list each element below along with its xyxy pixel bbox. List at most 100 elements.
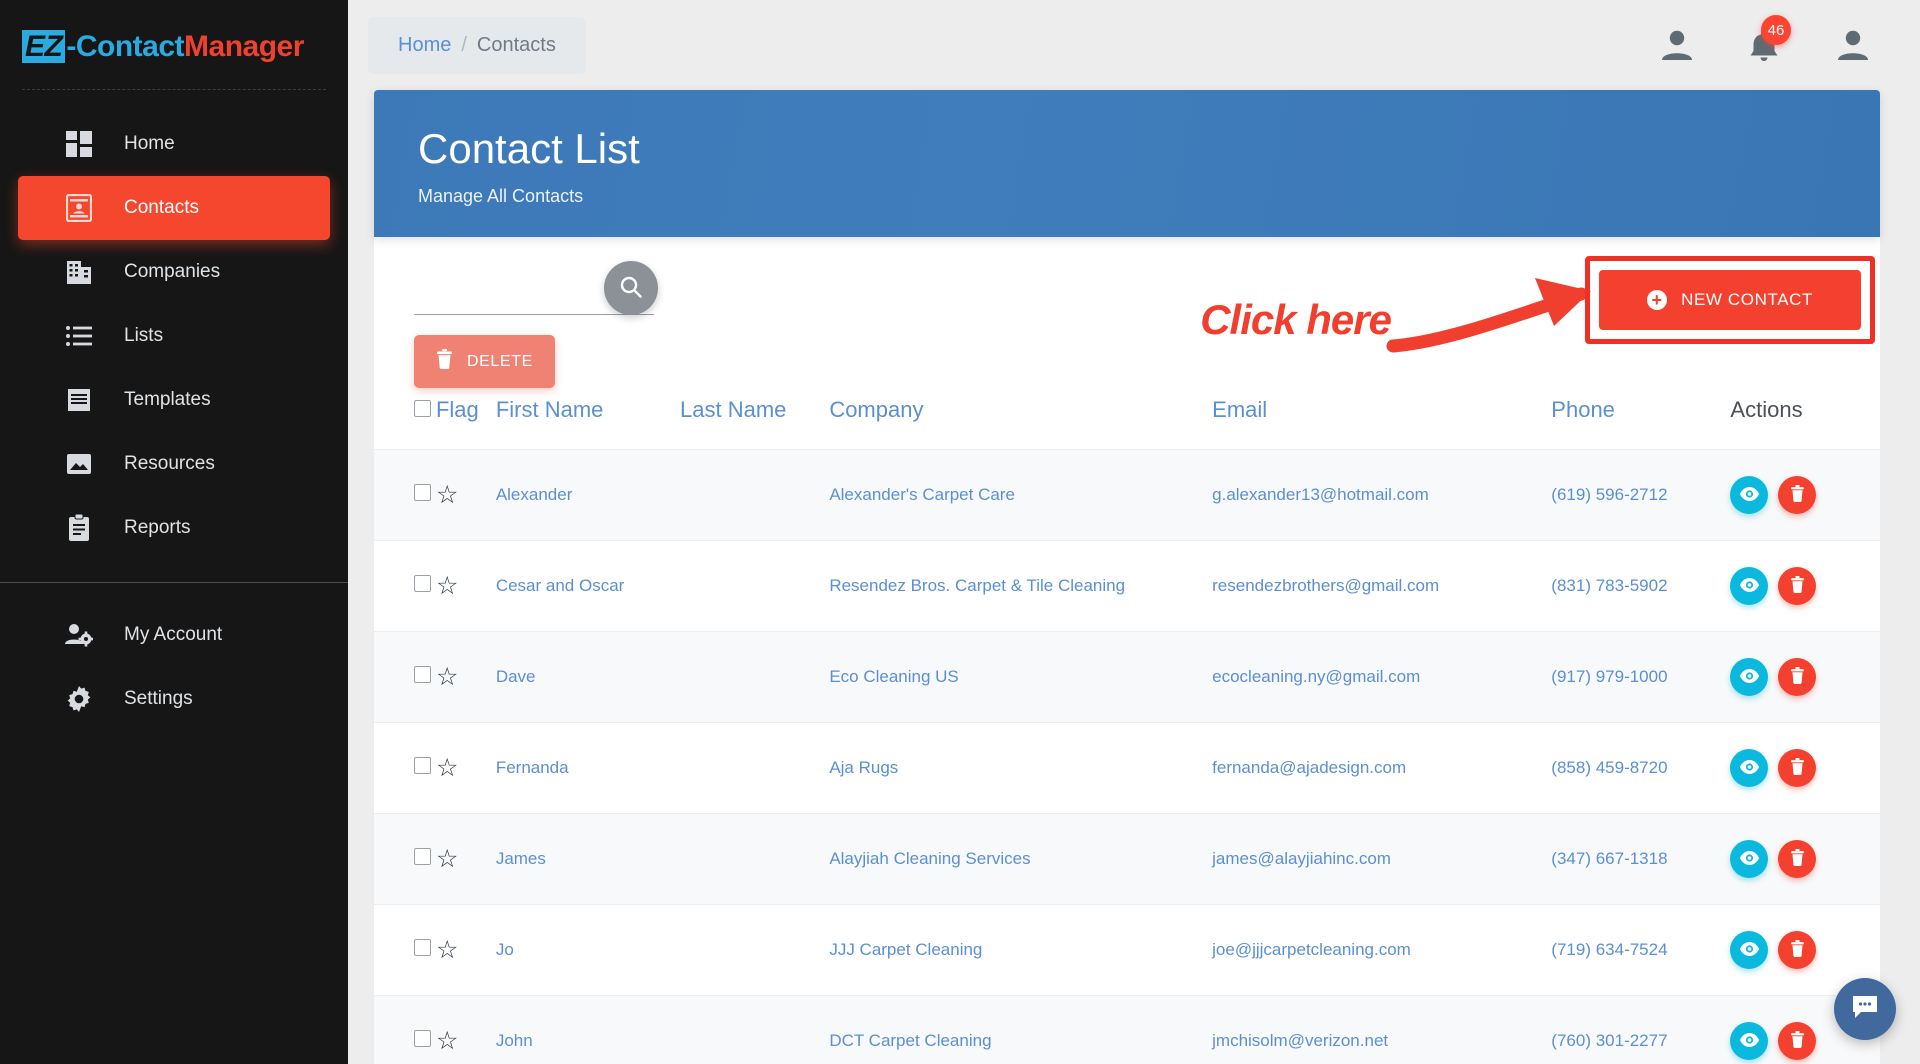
row-email[interactable]: resendezbrothers@gmail.com	[1212, 540, 1552, 632]
column-header-phone[interactable]: Phone	[1551, 387, 1730, 450]
view-contact-button[interactable]	[1730, 840, 1769, 879]
delete-contact-button[interactable]	[1778, 567, 1817, 606]
user-icon[interactable]	[1660, 28, 1694, 62]
row-company[interactable]: Eco Cleaning US	[829, 631, 1213, 723]
column-header-first-name[interactable]: First Name	[496, 387, 680, 450]
select-all-checkbox[interactable]	[414, 400, 431, 418]
table-row[interactable]: ☆ John DCT Carpet Cleaning jmchisolm@ver…	[374, 995, 1880, 1064]
view-contact-button[interactable]	[1730, 567, 1769, 606]
column-header-email[interactable]: Email	[1212, 387, 1551, 450]
row-phone[interactable]: (917) 979-1000	[1551, 631, 1731, 723]
column-header-last-name[interactable]: Last Name	[680, 387, 829, 450]
row-actions-cell	[1730, 540, 1880, 632]
profile-icon[interactable]	[1836, 28, 1870, 62]
delete-contact-button[interactable]	[1778, 1022, 1817, 1061]
row-phone[interactable]: (760) 301-2277	[1551, 995, 1731, 1064]
row-email[interactable]: ecocleaning.ny@gmail.com	[1212, 631, 1552, 723]
contact-card-icon	[64, 193, 94, 223]
sidebar-item-lists[interactable]: Lists	[18, 304, 330, 368]
view-contact-button[interactable]	[1730, 476, 1769, 515]
row-company[interactable]: Alayjiah Cleaning Services	[829, 813, 1213, 905]
breadcrumb-current: Contacts	[476, 33, 556, 56]
row-first-name[interactable]: James	[495, 813, 680, 905]
delete-contact-button[interactable]	[1778, 658, 1817, 697]
row-checkbox[interactable]	[414, 666, 431, 684]
column-header-company[interactable]: Company	[829, 387, 1212, 450]
row-checkbox[interactable]	[414, 848, 431, 866]
bell-icon[interactable]: 46	[1748, 15, 1791, 62]
table-row[interactable]: ☆ Fernanda Aja Rugs fernanda@ajadesign.c…	[374, 722, 1880, 814]
row-checkbox[interactable]	[414, 484, 431, 502]
row-email[interactable]: joe@jjjcarpetcleaning.com	[1212, 904, 1552, 996]
chat-fab-button[interactable]	[1834, 978, 1896, 1040]
clipboard-icon	[64, 513, 94, 543]
table-row[interactable]: ☆ James Alayjiah Cleaning Services james…	[374, 813, 1880, 905]
row-checkbox[interactable]	[414, 939, 431, 957]
row-checkbox[interactable]	[414, 1030, 431, 1048]
row-company[interactable]: DCT Carpet Cleaning	[829, 995, 1213, 1064]
row-phone[interactable]: (719) 634-7524	[1551, 904, 1731, 996]
sidebar-item-settings[interactable]: Settings	[18, 667, 330, 731]
star-icon[interactable]: ☆	[436, 936, 458, 964]
row-checkbox[interactable]	[414, 757, 431, 775]
row-checkbox[interactable]	[414, 575, 431, 593]
row-phone[interactable]: (347) 667-1318	[1551, 813, 1731, 905]
row-first-name[interactable]: Dave	[495, 631, 680, 723]
view-contact-button[interactable]	[1730, 1022, 1769, 1061]
sidebar-item-resources[interactable]: Resources	[18, 432, 330, 496]
table-row[interactable]: ☆ Alexander Alexander's Carpet Care g.al…	[374, 449, 1880, 541]
view-contact-button[interactable]	[1730, 658, 1769, 697]
column-header-flag[interactable]: Flag	[436, 387, 496, 450]
star-icon[interactable]: ☆	[436, 754, 458, 782]
row-phone[interactable]: (858) 459-8720	[1551, 722, 1731, 814]
sidebar-item-reports[interactable]: Reports	[18, 496, 330, 560]
star-icon[interactable]: ☆	[436, 845, 458, 873]
row-email[interactable]: fernanda@ajadesign.com	[1212, 722, 1552, 814]
sidebar-item-my-account[interactable]: My Account	[18, 603, 330, 667]
notification-badge: 46	[1761, 15, 1791, 45]
sidebar-item-contacts[interactable]: Contacts	[18, 176, 330, 240]
view-contact-button[interactable]	[1730, 931, 1769, 970]
row-company[interactable]: JJJ Carpet Cleaning	[829, 904, 1213, 996]
sidebar-item-templates[interactable]: Templates	[18, 368, 330, 432]
bulk-delete-button[interactable]: DELETE	[414, 335, 555, 389]
row-company[interactable]: Aja Rugs	[829, 722, 1213, 814]
row-first-name[interactable]: Fernanda	[495, 722, 680, 814]
table-row[interactable]: ☆ Jo JJJ Carpet Cleaning joe@jjjcarpetcl…	[374, 904, 1880, 996]
row-phone[interactable]: (831) 783-5902	[1551, 540, 1731, 632]
app-logo[interactable]: EZ -ContactManager	[0, 0, 348, 64]
row-company[interactable]: Alexander's Carpet Care	[829, 449, 1213, 541]
row-email[interactable]: g.alexander13@hotmail.com	[1212, 449, 1552, 541]
row-email[interactable]: jmchisolm@verizon.net	[1212, 995, 1552, 1064]
row-email[interactable]: james@alayjiahinc.com	[1212, 813, 1552, 905]
view-contact-button[interactable]	[1730, 749, 1769, 788]
trash-icon	[436, 349, 453, 374]
search-button[interactable]	[604, 261, 658, 316]
row-flag-cell: ☆	[435, 813, 496, 905]
page-subtitle: Manage All Contacts	[418, 186, 584, 207]
row-actions-cell	[1730, 631, 1880, 723]
row-phone[interactable]: (619) 596-2712	[1551, 449, 1731, 541]
row-first-name[interactable]: John	[495, 995, 680, 1064]
topbar-actions: 46	[1660, 15, 1880, 62]
delete-contact-button[interactable]	[1778, 749, 1817, 788]
star-icon[interactable]: ☆	[436, 663, 458, 691]
row-first-name[interactable]: Jo	[495, 904, 680, 996]
delete-contact-button[interactable]	[1778, 931, 1817, 970]
template-icon	[64, 385, 94, 415]
sidebar-item-companies[interactable]: Companies	[18, 240, 330, 304]
breadcrumb-home[interactable]: Home	[398, 34, 451, 57]
star-icon[interactable]: ☆	[436, 572, 458, 600]
delete-contact-button[interactable]	[1778, 476, 1817, 515]
star-icon[interactable]: ☆	[436, 1027, 458, 1055]
table-row[interactable]: ☆ Dave Eco Cleaning US ecocleaning.ny@gm…	[374, 631, 1880, 723]
row-first-name[interactable]: Cesar and Oscar	[495, 540, 680, 632]
row-first-name[interactable]: Alexander	[495, 449, 680, 541]
new-contact-button[interactable]: + NEW CONTACT	[1599, 270, 1861, 331]
table-row[interactable]: ☆ Cesar and Oscar Resendez Bros. Carpet …	[374, 540, 1880, 632]
row-company[interactable]: Resendez Bros. Carpet & Tile Cleaning	[829, 540, 1213, 632]
sidebar-item-home[interactable]: Home	[18, 112, 330, 176]
toolbar: DELETE Click here + NEW CONTACT	[374, 256, 1880, 389]
star-icon[interactable]: ☆	[436, 481, 458, 509]
delete-contact-button[interactable]	[1778, 840, 1817, 879]
